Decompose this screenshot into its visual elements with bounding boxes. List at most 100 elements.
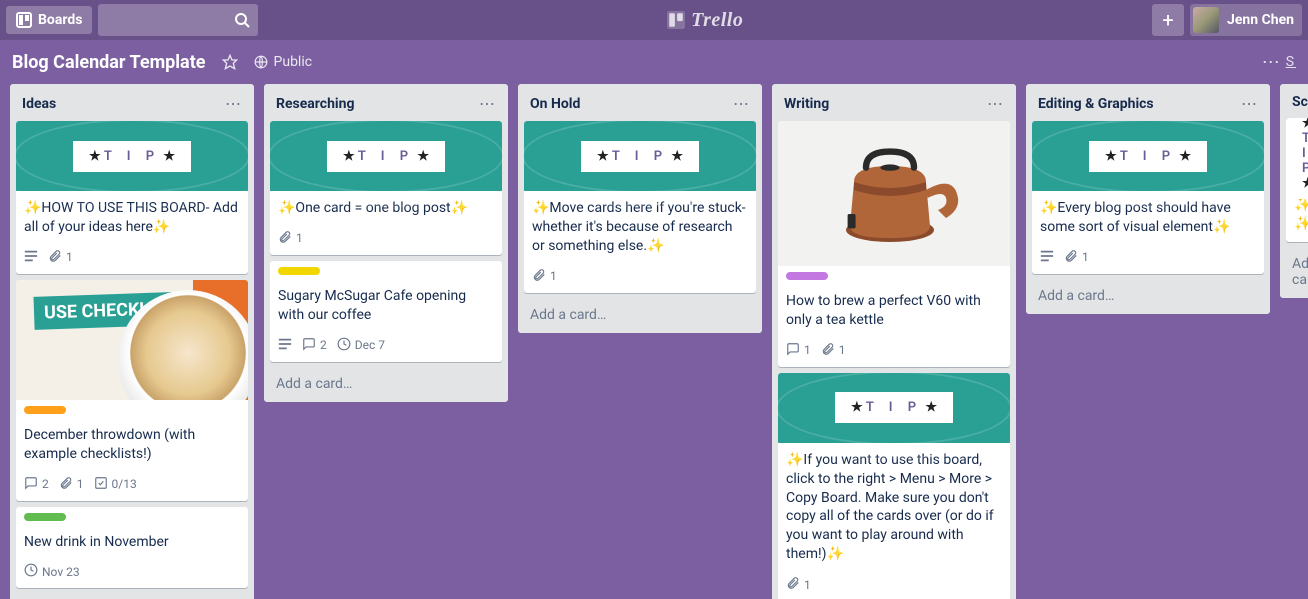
- card[interactable]: How to brew a perfect V60 with only a te…: [778, 121, 1010, 367]
- boards-button[interactable]: Boards: [6, 6, 92, 34]
- tip-badge: T I P: [581, 141, 699, 172]
- list-title[interactable]: Writing: [784, 96, 829, 112]
- boards-label: Boards: [38, 12, 82, 28]
- card-label: [786, 272, 828, 280]
- attachment-badge: 1: [1064, 249, 1089, 266]
- attach-icon: [532, 268, 546, 285]
- list-header: Ideas ⋯: [16, 90, 248, 115]
- description-badge: [278, 337, 292, 354]
- visibility-label: Public: [274, 54, 313, 70]
- list: Sched T I P✨Mo ✨C Add a card…: [1280, 84, 1308, 298]
- card-text: Sugary McSugar Cafe opening with our cof…: [270, 279, 502, 333]
- add-card-button[interactable]: Add a card…: [16, 594, 248, 599]
- board-title[interactable]: Blog Calendar Template: [12, 52, 206, 73]
- card-cover: T I P: [16, 121, 248, 191]
- card-badges: 2Dec 7: [270, 333, 502, 362]
- attachment-badge: 1: [278, 230, 303, 247]
- list-header: Writing ⋯: [778, 90, 1010, 115]
- list-menu-button[interactable]: ⋯: [733, 94, 750, 113]
- check-icon: [94, 476, 108, 493]
- card-badges: 210/13: [16, 472, 248, 501]
- card-cover: [778, 121, 1010, 266]
- topbar: Boards Trello + Jenn Chen: [0, 0, 1308, 40]
- desc-icon: [278, 337, 292, 354]
- attach-icon: [821, 342, 835, 359]
- card-badges: Nov 23: [16, 559, 248, 588]
- card-badges: 11: [778, 338, 1010, 367]
- tip-badge: T I P: [327, 141, 445, 172]
- globe-icon: [254, 55, 268, 69]
- card-label: [24, 513, 66, 521]
- add-card-button[interactable]: Add a card…: [270, 368, 502, 396]
- avatar: [1193, 7, 1219, 33]
- user-name: Jenn Chen: [1227, 12, 1294, 28]
- logo[interactable]: Trello: [264, 9, 1146, 32]
- show-menu-button[interactable]: ⋯ S: [1262, 52, 1296, 73]
- card-badges: 1: [778, 572, 1010, 599]
- card[interactable]: New drink in NovemberNov 23: [16, 507, 248, 589]
- board-header: Blog Calendar Template Public ⋯ S: [0, 40, 1308, 84]
- list-header: On Hold ⋯: [524, 90, 756, 115]
- user-menu[interactable]: Jenn Chen: [1190, 4, 1302, 36]
- comments-badge: 2: [302, 337, 327, 354]
- list-title[interactable]: Editing & Graphics: [1038, 96, 1154, 112]
- kettle-icon: [814, 134, 974, 254]
- due-icon: [337, 337, 351, 354]
- list: Editing & Graphics ⋯ T I P✨Every blog po…: [1026, 84, 1270, 314]
- card-cover: USE CHECKLISTS: [16, 280, 248, 400]
- add-card-button[interactable]: Add a card…: [524, 299, 756, 327]
- add-card-button[interactable]: Add a card…: [1032, 280, 1264, 308]
- card-cover: T I P: [270, 121, 502, 191]
- card-cover: T I P: [1032, 121, 1264, 191]
- create-button[interactable]: +: [1152, 4, 1184, 36]
- attachment-badge: 1: [821, 342, 846, 359]
- list-header: Sched: [1286, 90, 1308, 112]
- show-menu-underline: S: [1286, 54, 1296, 70]
- star-icon: [222, 54, 238, 70]
- ellipsis-icon: ⋯: [1262, 52, 1282, 73]
- list-menu-button[interactable]: ⋯: [225, 94, 242, 113]
- attachment-badge: 1: [532, 268, 557, 285]
- list: Researching ⋯ T I P✨One card = one blog …: [264, 84, 508, 402]
- list-menu-button[interactable]: ⋯: [987, 94, 1004, 113]
- visibility-button[interactable]: Public: [254, 54, 313, 70]
- trello-icon: [667, 11, 685, 29]
- card-badges: 1: [270, 226, 502, 255]
- card-label: [24, 406, 66, 414]
- search-input[interactable]: [98, 4, 258, 36]
- comments-badge: 2: [24, 476, 49, 493]
- card[interactable]: T I P✨One card = one blog post✨1: [270, 121, 502, 255]
- add-card-button[interactable]: Add a card…: [1286, 248, 1308, 292]
- card[interactable]: T I P✨Mo ✨C: [1286, 118, 1308, 242]
- list-title[interactable]: On Hold: [530, 96, 580, 112]
- list-title[interactable]: Researching: [276, 96, 354, 112]
- card[interactable]: T I P✨Every blog post should have some s…: [1032, 121, 1264, 274]
- attachment-badge: 1: [48, 249, 73, 266]
- list-title[interactable]: Sched: [1292, 94, 1308, 110]
- list-menu-button[interactable]: ⋯: [1241, 94, 1258, 113]
- brand-name: Trello: [691, 9, 743, 32]
- plus-icon: +: [1162, 8, 1173, 32]
- attach-icon: [278, 230, 292, 247]
- star-button[interactable]: [222, 54, 238, 70]
- attach-icon: [48, 249, 62, 266]
- card-label: [278, 267, 320, 275]
- list-title[interactable]: Ideas: [22, 96, 56, 112]
- card-text: New drink in November: [16, 525, 248, 560]
- desc-icon: [24, 249, 38, 266]
- comments-icon: [302, 337, 316, 354]
- card-cover: T I P: [778, 373, 1010, 443]
- card-cover: T I P: [524, 121, 756, 191]
- card[interactable]: T I P✨HOW TO USE THIS BOARD- Add all of …: [16, 121, 248, 274]
- card[interactable]: T I P✨Move cards here if you're stuck- w…: [524, 121, 756, 293]
- card[interactable]: Sugary McSugar Cafe opening with our cof…: [270, 261, 502, 362]
- card[interactable]: T I P✨If you want to use this board, cli…: [778, 373, 1010, 599]
- description-badge: [24, 249, 38, 266]
- card[interactable]: USE CHECKLISTS December throwdown (with e…: [16, 280, 248, 501]
- board-canvas[interactable]: Ideas ⋯ T I P✨HOW TO USE THIS BOARD- Add…: [0, 84, 1308, 599]
- comments-icon: [786, 342, 800, 359]
- comments-badge: 1: [786, 342, 811, 359]
- list-menu-button[interactable]: ⋯: [479, 94, 496, 113]
- card-text: December throwdown (with example checkli…: [16, 418, 248, 472]
- search-icon: [234, 12, 250, 28]
